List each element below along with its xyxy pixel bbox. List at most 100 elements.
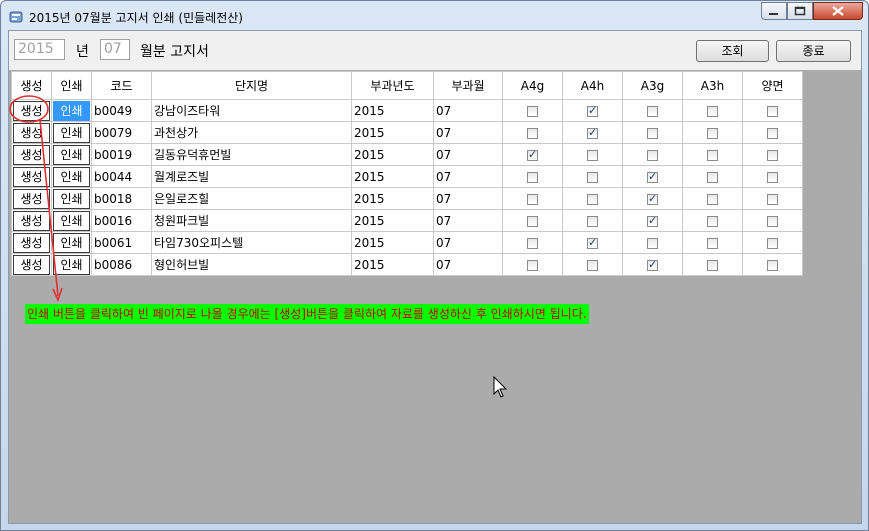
checkbox-a4h[interactable]	[587, 259, 598, 271]
print-cell: 인쇄	[51, 143, 92, 166]
close-button[interactable]	[813, 2, 863, 20]
checkbox-a3g[interactable]	[647, 105, 658, 117]
col-header-duplex[interactable]: 양면	[742, 71, 803, 100]
col-header-a4h[interactable]: A4h	[562, 71, 623, 100]
checkbox-a4h[interactable]	[587, 126, 598, 139]
cell-name: 길동유덕휴먼빌	[151, 143, 352, 166]
checkbox-a3h[interactable]	[707, 193, 718, 205]
checkbox-a4h[interactable]	[587, 149, 598, 161]
checkbox-a3h[interactable]	[707, 259, 718, 271]
print-button[interactable]: 인쇄	[53, 188, 90, 209]
checkbox-a4g[interactable]	[527, 193, 538, 205]
cell-a3g	[622, 231, 683, 254]
table-row[interactable]: 생성 인쇄 b0086 형인허브빌 2015 07	[11, 253, 803, 276]
print-button[interactable]: 인쇄	[53, 232, 90, 253]
checkbox-a4h[interactable]	[587, 215, 598, 227]
generate-button[interactable]: 생성	[13, 210, 50, 231]
checkbox-a4g[interactable]	[527, 171, 538, 183]
print-button[interactable]: 인쇄	[53, 166, 90, 187]
checkbox-duplex[interactable]	[767, 105, 778, 117]
generate-button[interactable]: 생성	[13, 232, 50, 253]
minimize-button[interactable]	[761, 2, 787, 20]
generate-button[interactable]: 생성	[13, 254, 50, 275]
checkbox-duplex[interactable]	[767, 215, 778, 227]
cell-duplex	[742, 99, 803, 122]
col-header-billing-month[interactable]: 부과월	[433, 71, 503, 100]
cell-duplex	[742, 253, 803, 276]
checkbox-a4g[interactable]	[527, 148, 538, 161]
checkbox-a4h[interactable]	[587, 104, 598, 117]
checkbox-a3g[interactable]	[647, 237, 658, 249]
checkbox-duplex[interactable]	[767, 259, 778, 271]
generate-button[interactable]: 생성	[13, 188, 50, 209]
generate-button[interactable]: 생성	[13, 122, 50, 143]
checkbox-duplex[interactable]	[767, 171, 778, 183]
checkbox-duplex[interactable]	[767, 193, 778, 205]
cell-a4h	[562, 121, 623, 144]
table-row[interactable]: 생성 인쇄 b0049 강남이즈타워 2015 07	[11, 99, 803, 122]
checkbox-a4g[interactable]	[527, 215, 538, 227]
generate-button[interactable]: 생성	[13, 166, 50, 187]
col-header-a3h[interactable]: A3h	[682, 71, 743, 100]
generate-cell: 생성	[11, 121, 52, 144]
cell-a4g	[502, 187, 563, 210]
generate-button[interactable]: 생성	[13, 144, 50, 165]
cell-duplex	[742, 121, 803, 144]
checkbox-a4g[interactable]	[527, 105, 538, 117]
checkbox-a3g[interactable]	[647, 149, 658, 161]
month-input[interactable]: 07	[100, 39, 130, 60]
checkbox-a3g[interactable]	[647, 192, 658, 205]
checkbox-a4g[interactable]	[527, 237, 538, 249]
print-button[interactable]: 인쇄	[53, 122, 90, 143]
col-header-a4g[interactable]: A4g	[502, 71, 563, 100]
table-row[interactable]: 생성 인쇄 b0016 청원파크빌 2015 07	[11, 209, 803, 232]
print-button[interactable]: 인쇄	[53, 210, 90, 231]
cell-name: 형인허브빌	[151, 253, 352, 276]
print-button[interactable]: 인쇄	[53, 100, 90, 121]
col-header-billing-year[interactable]: 부과년도	[351, 71, 434, 100]
print-button[interactable]: 인쇄	[53, 144, 90, 165]
checkbox-duplex[interactable]	[767, 237, 778, 249]
checkbox-duplex[interactable]	[767, 149, 778, 161]
col-header-generate[interactable]: 생성	[11, 71, 52, 100]
checkbox-a3h[interactable]	[707, 149, 718, 161]
cell-year: 2015	[351, 121, 434, 144]
generate-button[interactable]: 생성	[13, 100, 50, 121]
cell-name: 타임730오피스텔	[151, 231, 352, 254]
col-header-complex-name[interactable]: 단지명	[151, 71, 352, 100]
checkbox-a4h[interactable]	[587, 236, 598, 249]
checkbox-a4h[interactable]	[587, 193, 598, 205]
col-header-a3g[interactable]: A3g	[622, 71, 683, 100]
checkbox-a3h[interactable]	[707, 237, 718, 249]
title-bar[interactable]: 2015년 07월분 고지서 인쇄 (민들레전산)	[1, 1, 868, 31]
col-header-print[interactable]: 인쇄	[51, 71, 92, 100]
checkbox-a4h[interactable]	[587, 171, 598, 183]
maximize-button[interactable]	[787, 2, 813, 20]
checkbox-a3g[interactable]	[647, 214, 658, 227]
checkbox-a4g[interactable]	[527, 259, 538, 271]
table-row[interactable]: 생성 인쇄 b0044 월계로즈빌 2015 07	[11, 165, 803, 188]
checkbox-a3h[interactable]	[707, 171, 718, 183]
checkbox-a3h[interactable]	[707, 215, 718, 227]
year-input[interactable]: 2015	[14, 39, 65, 60]
checkbox-a4g[interactable]	[527, 127, 538, 139]
checkbox-a3h[interactable]	[707, 105, 718, 117]
table-row[interactable]: 생성 인쇄 b0019 길동유덕휴먼빌 2015 07	[11, 143, 803, 166]
table-row[interactable]: 생성 인쇄 b0061 타임730오피스텔 2015 07	[11, 231, 803, 254]
cell-a3h	[682, 253, 743, 276]
exit-button[interactable]: 종료	[776, 40, 851, 62]
table-row[interactable]: 생성 인쇄 b0018 은일로즈힐 2015 07	[11, 187, 803, 210]
print-cell: 인쇄	[51, 121, 92, 144]
print-button[interactable]: 인쇄	[53, 254, 90, 275]
cell-name: 은일로즈힐	[151, 187, 352, 210]
checkbox-a3g[interactable]	[647, 127, 658, 139]
checkbox-a3h[interactable]	[707, 127, 718, 139]
app-icon	[9, 11, 23, 23]
checkbox-duplex[interactable]	[767, 127, 778, 139]
checkbox-a3g[interactable]	[647, 258, 658, 271]
checkbox-a3g[interactable]	[647, 170, 658, 183]
search-button[interactable]: 조회	[696, 40, 769, 62]
print-cell: 인쇄	[51, 165, 92, 188]
col-header-code[interactable]: 코드	[91, 71, 152, 100]
table-row[interactable]: 생성 인쇄 b0079 과천상가 2015 07	[11, 121, 803, 144]
